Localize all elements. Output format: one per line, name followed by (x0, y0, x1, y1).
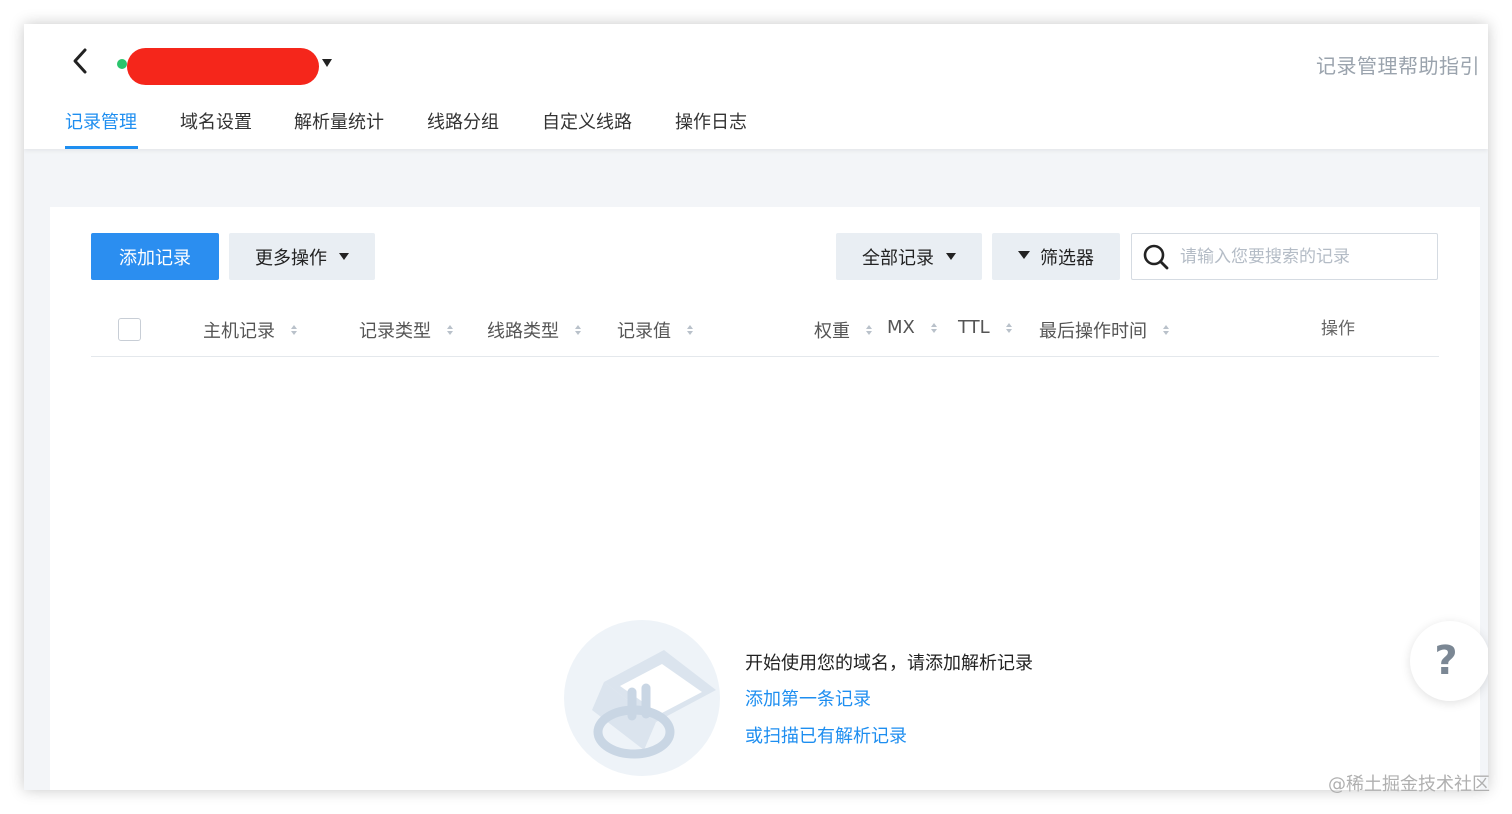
tab-domain-settings[interactable]: 域名设置 (180, 108, 252, 134)
sort-icon[interactable] (687, 325, 693, 335)
column-mx[interactable]: MX (887, 317, 937, 338)
search-input[interactable] (1180, 246, 1420, 267)
filter-label: 筛选器 (1040, 247, 1094, 269)
all-records-label: 全部记录 (862, 247, 934, 269)
help-guide-link[interactable]: 记录管理帮助指引 (1316, 50, 1480, 79)
select-all-checkbox[interactable] (118, 318, 141, 341)
column-label: MX (887, 317, 915, 338)
back-arrow-icon[interactable] (68, 46, 94, 76)
column-label: TTL (958, 317, 990, 338)
sort-icon[interactable] (1005, 322, 1012, 333)
sort-icon[interactable] (575, 325, 581, 335)
empty-records-illustration-icon (564, 620, 720, 776)
tab-record-management[interactable]: 记录管理 (65, 108, 137, 134)
tab-line-groups[interactable]: 线路分组 (427, 108, 499, 134)
column-label: 记录类型 (359, 321, 431, 342)
domain-dropdown-caret-icon[interactable] (322, 59, 332, 67)
tab-custom-lines[interactable]: 自定义线路 (542, 108, 632, 134)
column-record-type[interactable]: 记录类型 (359, 317, 453, 343)
column-host-record[interactable]: 主机记录 (203, 317, 297, 343)
column-actions: 操作 (1321, 319, 1355, 339)
domain-name-redacted (127, 48, 319, 85)
records-card: 添加记录 更多操作 全部记录 筛选器 主机记录 (50, 207, 1480, 790)
chevron-down-icon (946, 253, 956, 260)
column-label: 线路类型 (487, 321, 559, 342)
column-record-value[interactable]: 记录值 (617, 317, 693, 343)
column-weight[interactable]: 权重 (814, 317, 872, 343)
watermark: @稀土掘金技术社区 (1328, 774, 1490, 795)
sort-icon[interactable] (1163, 325, 1169, 335)
more-actions-label: 更多操作 (255, 247, 327, 269)
empty-state-message: 开始使用您的域名，请添加解析记录 (745, 653, 1033, 674)
scan-existing-records-link[interactable]: 或扫描已有解析记录 (745, 722, 907, 748)
page-header: 记录管理帮助指引 记录管理 域名设置 解析量统计 线路分组 自定义线路 操作日志 (24, 24, 1488, 149)
app-window: 记录管理帮助指引 记录管理 域名设置 解析量统计 线路分组 自定义线路 操作日志… (24, 24, 1488, 790)
filter-funnel-icon (1018, 250, 1030, 259)
table-header: 主机记录 记录类型 线路类型 记录值 权重 MX TTL 最后操作时间 操作 (91, 305, 1439, 357)
column-label: 记录值 (617, 321, 671, 342)
sort-icon[interactable] (866, 325, 872, 335)
more-actions-button[interactable]: 更多操作 (229, 233, 375, 280)
add-record-button[interactable]: 添加记录 (91, 233, 219, 280)
tab-query-statistics[interactable]: 解析量统计 (294, 108, 384, 134)
search-icon[interactable] (1142, 243, 1170, 271)
active-tab-indicator (65, 146, 138, 149)
column-label: 最后操作时间 (1039, 321, 1147, 342)
tab-operation-log[interactable]: 操作日志 (675, 108, 747, 134)
add-record-label: 添加记录 (119, 247, 191, 269)
sort-icon[interactable] (930, 322, 937, 333)
column-line-type[interactable]: 线路类型 (487, 317, 581, 343)
add-first-record-link[interactable]: 添加第一条记录 (745, 685, 871, 711)
sort-icon[interactable] (447, 325, 453, 335)
column-label: 权重 (814, 321, 850, 342)
search-box (1131, 233, 1438, 280)
column-last-modified[interactable]: 最后操作时间 (1039, 317, 1169, 343)
help-question-icon[interactable]: ? (1410, 621, 1488, 701)
all-records-dropdown[interactable]: 全部记录 (836, 233, 982, 280)
filter-button[interactable]: 筛选器 (992, 233, 1120, 280)
chevron-down-icon (339, 253, 349, 260)
column-ttl[interactable]: TTL (958, 317, 1012, 338)
sort-icon[interactable] (291, 325, 297, 335)
column-label: 主机记录 (203, 321, 275, 342)
domain-status-dot (117, 59, 127, 69)
